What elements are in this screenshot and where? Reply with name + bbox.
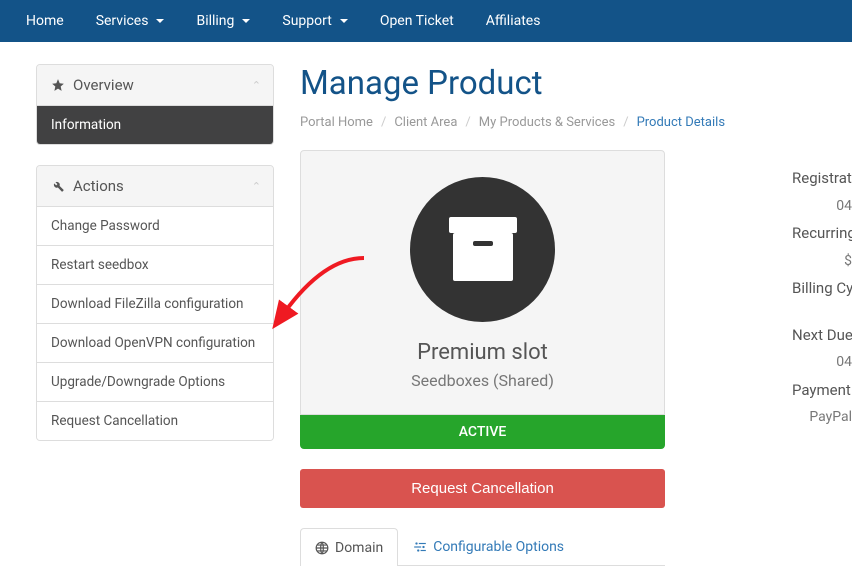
overview-panel: Overview ⌃ Information <box>36 64 274 145</box>
main-navbar: Home Services Billing Support Open Ticke… <box>0 0 852 42</box>
info-bill-label: Billing Cycle <box>792 274 852 303</box>
sidebar-item-upgrade[interactable]: Upgrade/Downgrade Options <box>37 362 273 401</box>
package-icon <box>443 215 523 285</box>
info-recur-label: Recurring Amount <box>792 219 852 248</box>
info-pay-label: Payment Method <box>792 376 852 405</box>
main-content: Manage Product Portal Home/ Client Area/… <box>300 64 852 566</box>
tab-domain[interactable]: Domain <box>300 528 398 566</box>
page-title: Manage Product <box>300 64 852 103</box>
nav-services-label: Services <box>96 13 149 29</box>
tab-domain-label: Domain <box>335 540 383 556</box>
caret-down-icon <box>242 19 250 23</box>
product-card: Premium slot Seedboxes (Shared) <box>300 150 665 415</box>
nav-billing[interactable]: Billing <box>180 2 266 40</box>
breadcrumb-client[interactable]: Client Area <box>394 115 457 130</box>
info-next-value: 04 <box>792 349 852 376</box>
status-badge: ACTIVE <box>300 415 665 449</box>
overview-title: Overview <box>73 76 134 94</box>
wrench-icon <box>51 179 65 193</box>
sidebar-item-restart[interactable]: Restart seedbox <box>37 245 273 284</box>
actions-title: Actions <box>73 177 124 195</box>
nav-support[interactable]: Support <box>266 2 363 40</box>
breadcrumb: Portal Home/ Client Area/ My Products & … <box>300 115 852 130</box>
info-reg-value: 04 <box>792 193 852 220</box>
sliders-icon <box>413 540 427 554</box>
sidebar-item-openvpn[interactable]: Download OpenVPN configuration <box>37 323 273 362</box>
overview-header[interactable]: Overview ⌃ <box>37 65 273 105</box>
sidebar-item-filezilla[interactable]: Download FileZilla configuration <box>37 284 273 323</box>
breadcrumb-products[interactable]: My Products & Services <box>479 115 615 130</box>
nav-billing-label: Billing <box>196 13 234 29</box>
nav-affiliates[interactable]: Affiliates <box>470 2 557 40</box>
actions-header[interactable]: Actions ⌃ <box>37 166 273 206</box>
nav-support-label: Support <box>282 13 331 29</box>
caret-down-icon <box>156 19 164 23</box>
caret-down-icon <box>340 19 348 23</box>
sidebar-item-cancel[interactable]: Request Cancellation <box>37 401 273 440</box>
product-info: Registration Date 04 Recurring Amount $ … <box>792 150 852 566</box>
product-name: Premium slot <box>321 340 644 365</box>
actions-panel: Actions ⌃ Change Password Restart seedbo… <box>36 165 274 441</box>
nav-services[interactable]: Services <box>80 2 181 40</box>
breadcrumb-portal[interactable]: Portal Home <box>300 115 373 130</box>
tab-configurable-options[interactable]: Configurable Options <box>398 528 579 565</box>
tab-options-label: Configurable Options <box>433 539 564 555</box>
product-category: Seedboxes (Shared) <box>321 371 644 390</box>
nav-open-ticket[interactable]: Open Ticket <box>364 2 470 40</box>
sidebar-item-change-password[interactable]: Change Password <box>37 206 273 245</box>
product-icon-circle <box>410 177 555 322</box>
breadcrumb-current: Product Details <box>637 115 725 130</box>
sidebar: Overview ⌃ Information Actions ⌃ Change … <box>36 64 274 566</box>
info-next-label: Next Due Date <box>792 321 852 350</box>
chevron-up-icon: ⌃ <box>252 180 261 193</box>
sidebar-item-information[interactable]: Information <box>37 105 273 144</box>
info-pay-value: PayPal <box>792 404 852 431</box>
chevron-up-icon: ⌃ <box>252 79 261 92</box>
nav-home[interactable]: Home <box>10 2 80 40</box>
star-icon <box>51 78 65 92</box>
tabs: Domain Configurable Options <box>300 528 665 566</box>
info-reg-label: Registration Date <box>792 164 852 193</box>
globe-icon <box>315 541 329 555</box>
info-recur-value: $ <box>792 248 852 275</box>
request-cancellation-button[interactable]: Request Cancellation <box>300 469 665 508</box>
